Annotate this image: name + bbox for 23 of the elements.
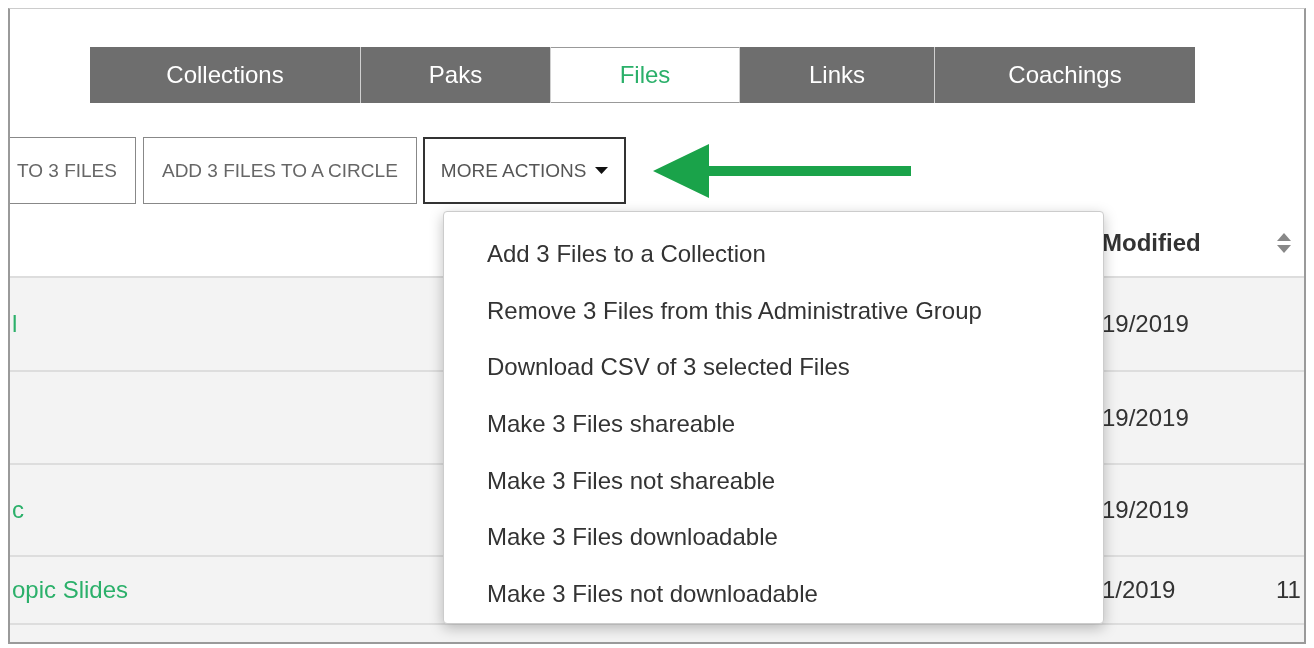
tab[interactable]: Paks (361, 47, 551, 103)
action-button[interactable]: ADD 3 FILES TO A CIRCLE (142, 137, 417, 204)
sort-icon[interactable] (1276, 232, 1292, 254)
tab[interactable]: Coachings (935, 47, 1195, 103)
menu-item[interactable]: Remove 3 Files from this Administrative Group (444, 282, 1103, 340)
menu-item[interactable]: Make 3 Files not shareable (444, 452, 1103, 509)
menu-item[interactable]: Add 3 Files to a Collection (444, 226, 1103, 283)
date-cell: 1/2019 (1102, 576, 1176, 604)
action-button[interactable]: TO 3 FILES (10, 137, 136, 204)
date-cell: 19/2019 (1102, 496, 1189, 524)
caret-icon (594, 167, 608, 174)
table-cell-text: 11 (1275, 576, 1301, 604)
date-cell: 19/2019 (1102, 403, 1189, 432)
tab[interactable]: Links (740, 47, 935, 103)
tab[interactable]: Collections (90, 47, 361, 103)
more-actions-button[interactable]: MORE ACTIONS (422, 137, 626, 204)
date-cell: 19/2019 (1102, 310, 1189, 338)
arrow-icon (652, 143, 913, 198)
menu-item[interactable]: Make 3 Files not downloadable (444, 565, 1103, 623)
menu-item[interactable]: Download CSV of 3 selected Files (444, 339, 1103, 396)
menu-item[interactable]: Make 3 Files shareable (444, 395, 1103, 453)
column-header: Modified (1102, 229, 1201, 257)
menu-item[interactable]: Make 3 Files downloadable (444, 508, 1103, 566)
